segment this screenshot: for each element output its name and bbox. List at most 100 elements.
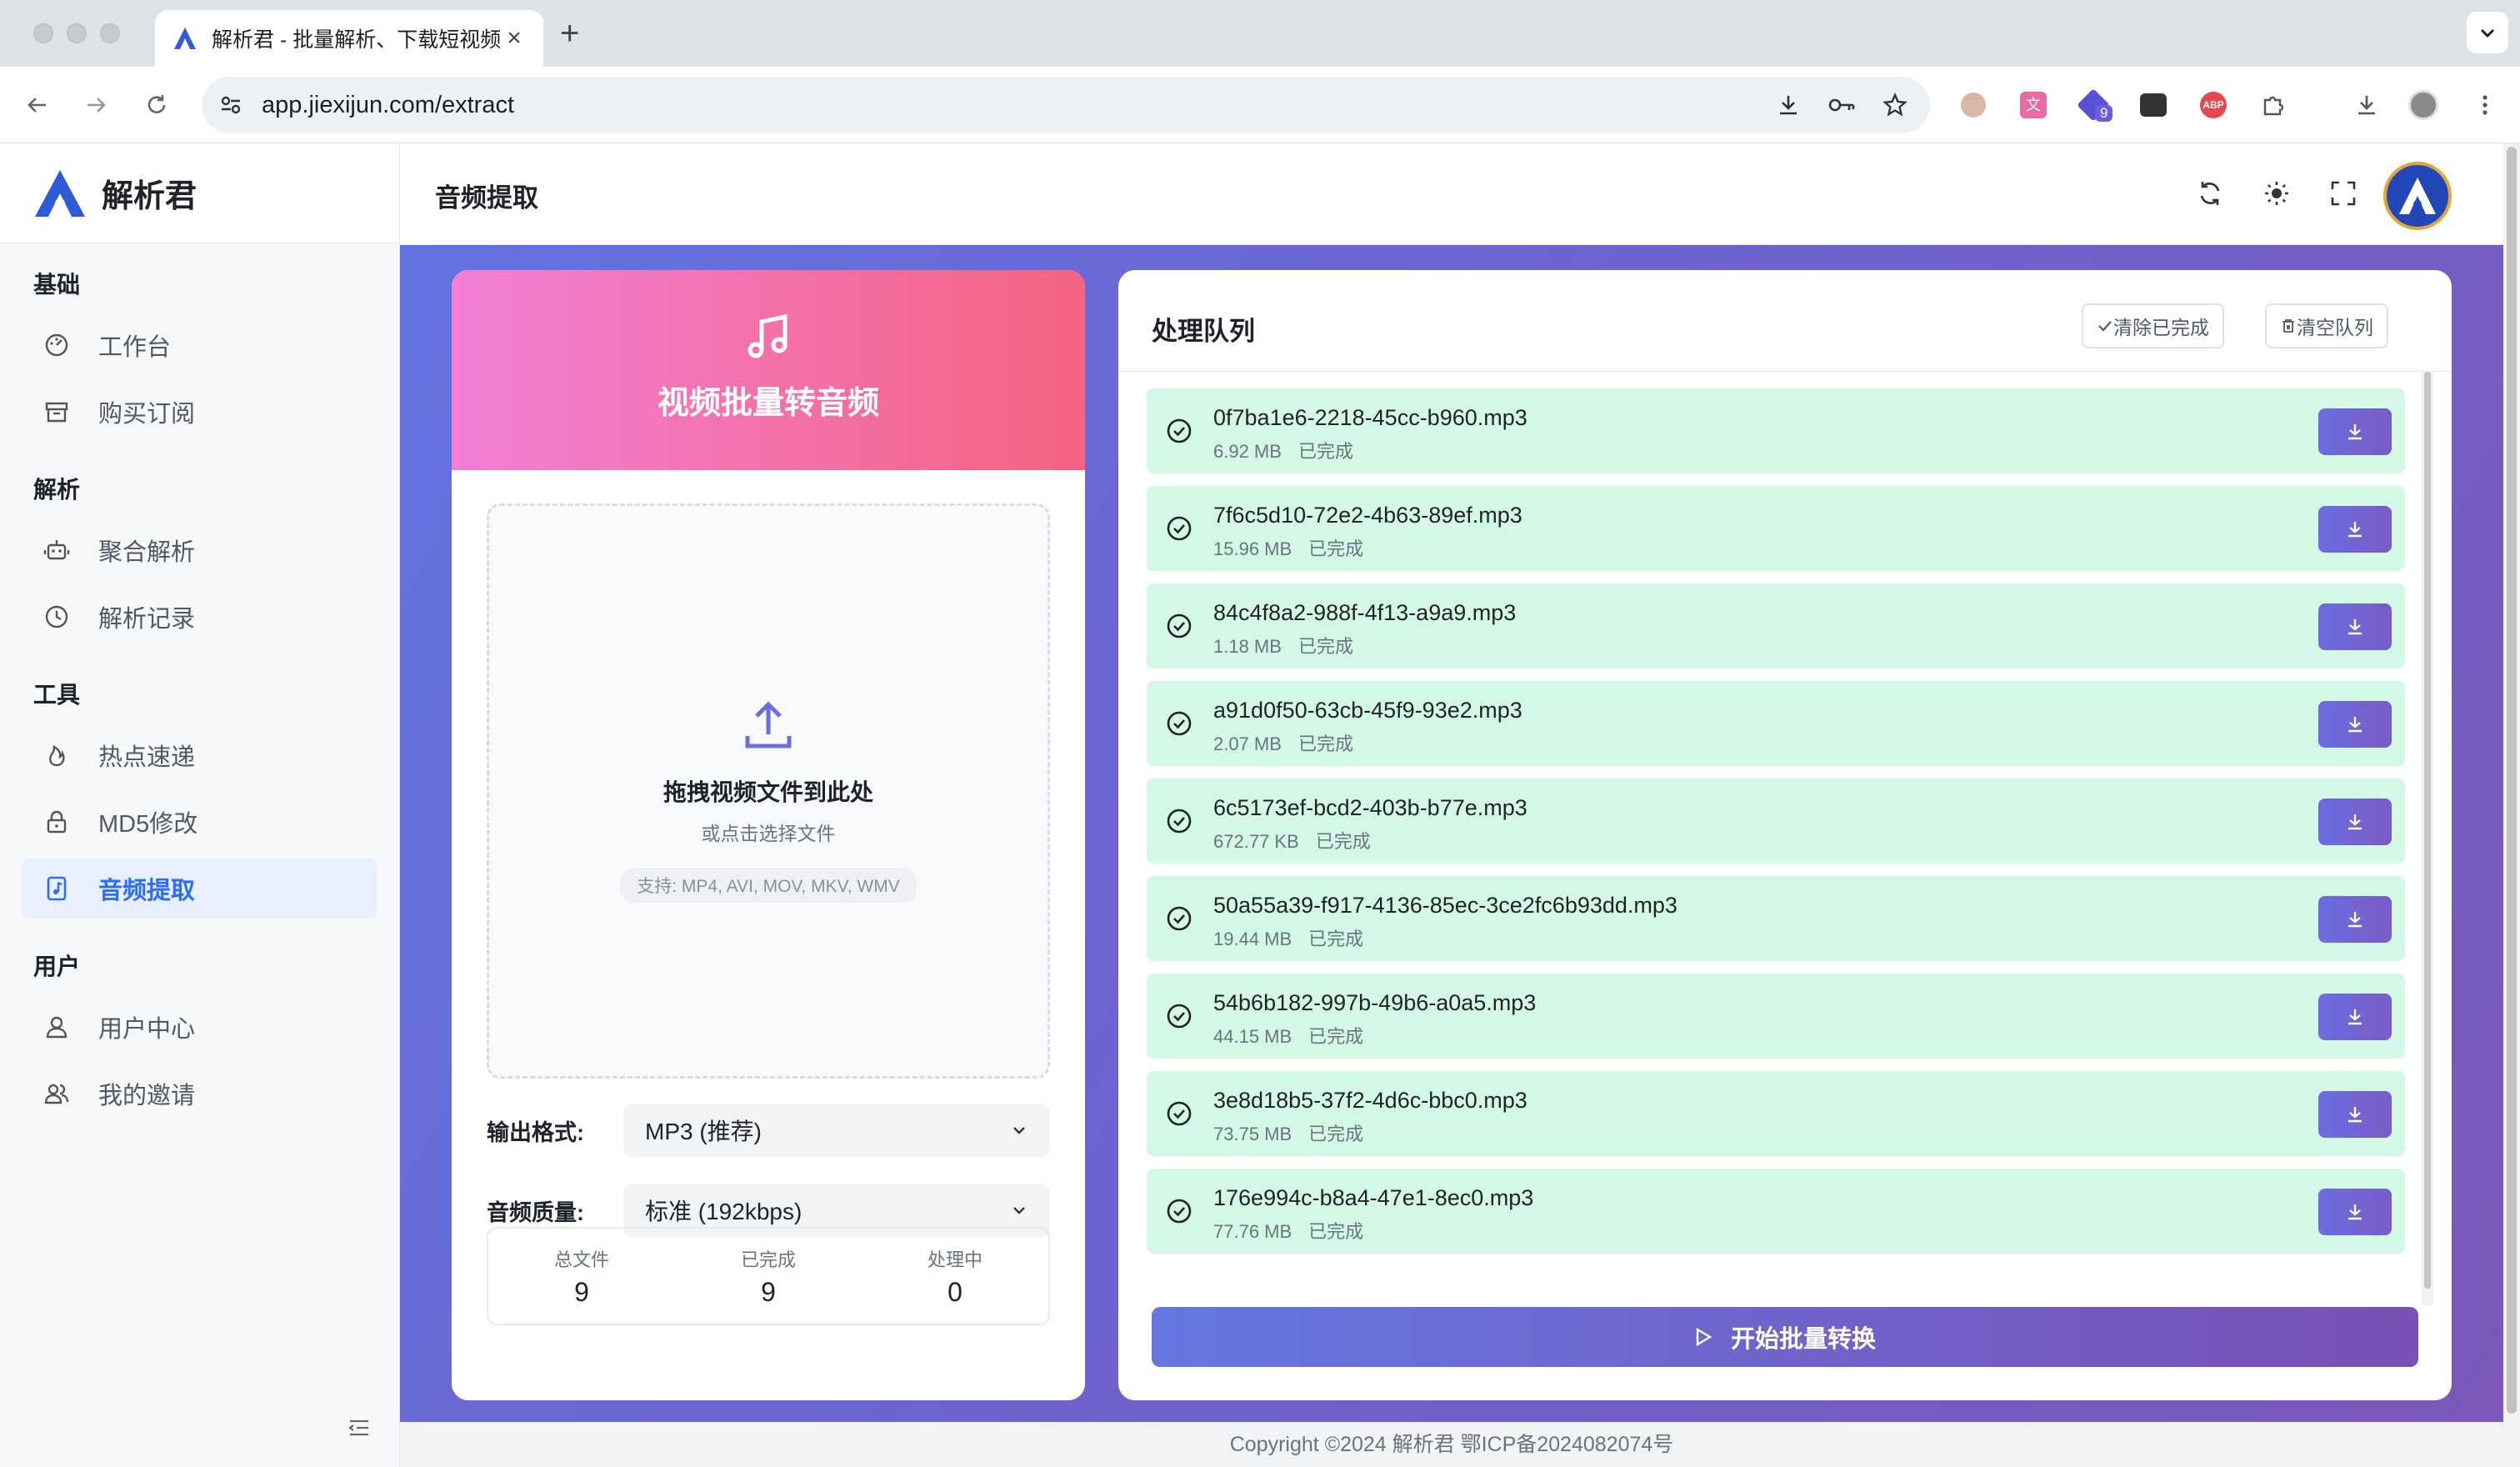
queue-item-meta: 6.92 MB 已完成 (1213, 437, 1370, 463)
sidebar-item-label: 音频提取 (98, 878, 196, 904)
extensions-button[interactable] (2255, 87, 2292, 123)
sidebar-item-label: 热点速递 (98, 744, 196, 771)
queue-item-status: 已完成 (1308, 1124, 1364, 1144)
bookmark-button[interactable] (1877, 87, 1913, 123)
site-favicon-icon (174, 28, 196, 49)
queue-item-download-button[interactable] (2318, 603, 2392, 650)
theme-toggle-button[interactable] (2260, 177, 2293, 210)
user-avatar[interactable] (2383, 162, 2452, 230)
queue-item-meta: 44.15 MB 已完成 (1213, 1022, 1380, 1049)
queue-title: 处理队列 (1152, 317, 1255, 346)
puzzle-icon (2263, 96, 2284, 116)
check-circle-icon (1167, 1004, 1192, 1029)
queue-scrollbar-thumb[interactable] (2424, 372, 2431, 1289)
new-tab-button[interactable]: + (560, 15, 579, 52)
check-circle-icon (1167, 516, 1192, 541)
tab-search-button[interactable] (2467, 12, 2508, 53)
refresh-button[interactable] (2193, 177, 2227, 210)
queue-item-download-button[interactable] (2318, 506, 2392, 553)
brand-logo[interactable]: 解析君 (0, 143, 399, 243)
avatar-logo-icon (2399, 178, 2436, 214)
app-root: 解析君 基础 工作台 购买订阅 解析 聚合解析 解析记录 工具 热点速递 MD5… (0, 143, 2503, 1467)
output-format-value: MP3 (推荐) (645, 1119, 762, 1144)
page-scrollbar[interactable] (2503, 143, 2520, 1467)
sidebar-item-hot-news[interactable]: 热点速递 (22, 725, 378, 785)
start-batch-convert-label: 开始批量转换 (1730, 1326, 1876, 1353)
extension-avatar-button[interactable] (1955, 87, 1992, 123)
chevron-down-icon (1013, 1127, 1025, 1134)
queue-item: 3e8d18b5-37f2-4d6c-bbc0.mp3 73.75 MB 已完成 (1147, 1071, 2405, 1156)
browser-menu-button[interactable] (2467, 87, 2503, 123)
stat-total: 总文件 9 (488, 1229, 675, 1324)
music-note-icon (452, 270, 1085, 362)
forward-button[interactable] (78, 87, 115, 123)
sidebar-item-user-center[interactable]: 用户中心 (22, 997, 378, 1057)
output-format-select[interactable]: MP3 (推荐) (623, 1104, 1050, 1157)
converter-title: 视频批量转音频 (657, 386, 879, 421)
nav-group-title: 基础 (33, 272, 81, 298)
extension-mask-button[interactable] (2135, 87, 2172, 123)
brand-logo-icon (35, 169, 85, 217)
queue-item-size: 19.44 MB (1213, 929, 1292, 949)
queue-scrollbar[interactable] (2422, 372, 2433, 1305)
browser-tab[interactable]: 解析君 - 批量解析、下载短视频 × (155, 10, 543, 67)
window-close-button[interactable] (33, 23, 53, 43)
sidebar-collapse-button[interactable] (347, 1415, 372, 1440)
window-minimize-button[interactable] (67, 23, 87, 43)
fullscreen-button[interactable] (2327, 177, 2360, 210)
queue-item-filename: 3e8d18b5-37f2-4d6c-bbc0.mp3 (1213, 1088, 1528, 1113)
download-icon (2348, 1009, 2362, 1025)
queue-item-meta: 73.75 MB 已完成 (1213, 1119, 1380, 1146)
queue-item: 0f7ba1e6-2218-45cc-b960.mp3 6.92 MB 已完成 (1147, 388, 2405, 473)
tab-close-icon[interactable]: × (502, 24, 527, 53)
chevron-down-icon (2480, 28, 2495, 38)
sidebar-item-subscribe[interactable]: 购买订阅 (22, 382, 378, 442)
queue-item-download-button[interactable] (2318, 1091, 2392, 1138)
queue-item-meta: 77.76 MB 已完成 (1213, 1217, 1380, 1244)
archive-icon (42, 397, 72, 427)
translate-icon: 文 (2020, 92, 2047, 118)
clear-queue-label: 清空队列 (2297, 317, 2373, 338)
queue-item-filename: 84c4f8a2-988f-4f13-a9a9.mp3 (1213, 600, 1517, 625)
sidebar-item-workbench[interactable]: 工作台 (22, 315, 378, 375)
stat-label: 处理中 (927, 1249, 982, 1270)
fire-icon (42, 740, 72, 770)
window-zoom-button[interactable] (100, 23, 120, 43)
queue-item-download-button[interactable] (2318, 896, 2392, 943)
sidebar-item-label: 聚合解析 (98, 539, 196, 566)
downloads-button[interactable] (2348, 87, 2385, 123)
sidebar-item-aggregate-parse[interactable]: 聚合解析 (22, 520, 378, 580)
clear-queue-button[interactable]: 清空队列 (2265, 303, 2388, 348)
queue-item: 176e994c-b8a4-47e1-8ec0.mp3 77.76 MB 已完成 (1147, 1169, 2405, 1254)
address-bar[interactable]: app.jiexijun.com/extract (202, 77, 1930, 133)
password-button[interactable] (1823, 87, 1860, 123)
clear-completed-button[interactable]: 清除已完成 (2082, 303, 2224, 348)
profile-button[interactable] (2405, 87, 2442, 123)
start-batch-convert-button[interactable]: 开始批量转换 (1152, 1307, 2418, 1367)
sidebar-item-parse-history[interactable]: 解析记录 (22, 587, 378, 647)
queue-item-download-button[interactable] (2318, 994, 2392, 1040)
queue-item-meta: 19.44 MB 已完成 (1213, 924, 1380, 951)
file-dropzone[interactable]: 拖拽视频文件到此处 或点击选择文件 支持: MP4, AVI, MOV, MKV… (487, 503, 1050, 1079)
site-settings-icon[interactable] (218, 93, 243, 118)
queue-item-download-button[interactable] (2318, 701, 2392, 748)
queue-item-download-button[interactable] (2318, 1189, 2392, 1235)
converter-card-header: 视频批量转音频 (452, 270, 1085, 470)
adblock-button[interactable]: ABP (2195, 87, 2232, 123)
page-scrollbar-thumb[interactable] (2507, 147, 2517, 1414)
download-icon (2348, 424, 2362, 440)
sidebar-item-md5[interactable]: MD5修改 (22, 792, 378, 852)
install-app-button[interactable] (1770, 87, 1807, 123)
supported-formats-badge: 支持: MP4, AVI, MOV, MKV, WMV (620, 868, 917, 903)
stat-label: 已完成 (740, 1249, 796, 1270)
extension-translate-button[interactable]: 文 (2015, 87, 2052, 123)
sidebar-item-audio-extract[interactable]: 音频提取 (22, 859, 378, 919)
dashboard-icon (42, 330, 72, 360)
queue-item-download-button[interactable] (2318, 408, 2392, 455)
extension-badge-button[interactable]: 9 (2075, 87, 2113, 123)
sidebar-item-invites[interactable]: 我的邀请 (22, 1064, 378, 1124)
queue-item: 6c5173ef-bcd2-403b-b77e.mp3 672.77 KB 已完成 (1147, 779, 2405, 864)
reload-button[interactable] (138, 87, 175, 123)
back-button[interactable] (18, 87, 55, 123)
queue-item-download-button[interactable] (2318, 799, 2392, 845)
